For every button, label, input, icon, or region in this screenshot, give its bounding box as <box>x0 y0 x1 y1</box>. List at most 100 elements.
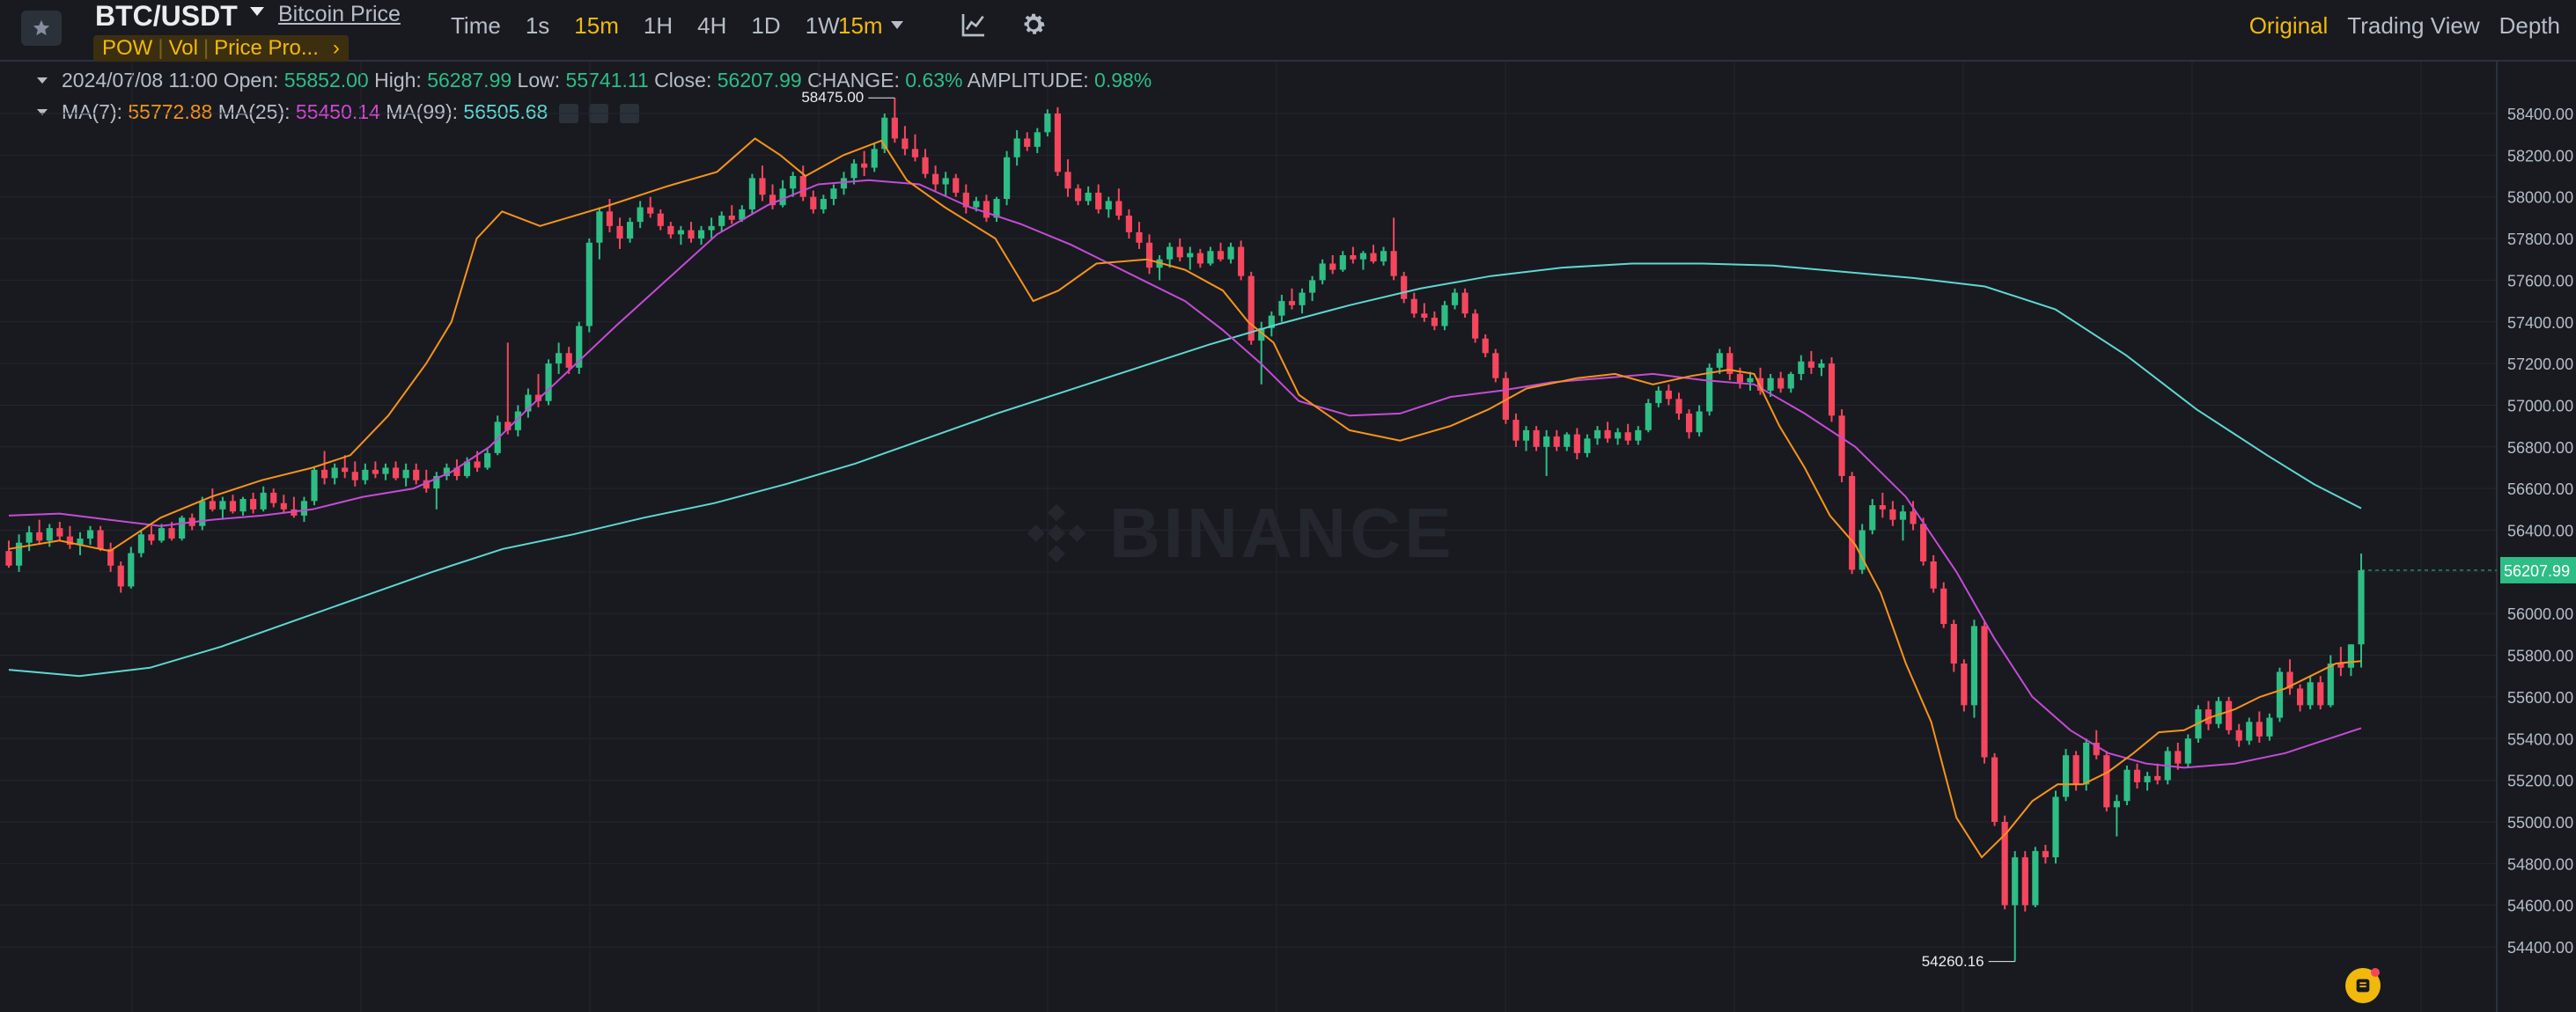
candle-body <box>362 469 369 480</box>
view-depth[interactable]: Depth <box>2499 12 2560 40</box>
candle-body <box>1970 626 1978 706</box>
candle-body <box>2021 857 2028 906</box>
candle-body <box>2347 644 2355 668</box>
candle-body <box>1339 254 1346 270</box>
candle-body <box>1299 292 1306 305</box>
candle-body <box>1899 511 1907 520</box>
tag-more-icon[interactable]: › <box>333 36 340 61</box>
candle-body <box>2062 755 2070 797</box>
candle-body <box>1706 367 1713 412</box>
candle-body <box>1319 263 1326 281</box>
y-tick-label: 58000.00 <box>2507 189 2573 207</box>
candle-body <box>86 530 94 539</box>
candle-body <box>697 230 705 239</box>
candle-body <box>1869 505 1876 531</box>
candle-body <box>790 176 797 189</box>
candle-body <box>382 467 389 474</box>
y-tick-label: 56000.00 <box>2507 605 2573 623</box>
candle-body <box>2154 775 2161 781</box>
interval-time[interactable]: Time <box>451 12 513 40</box>
candle-body <box>1196 253 1203 264</box>
view-trading-view[interactable]: Trading View <box>2347 12 2479 40</box>
candle-body <box>1573 434 1580 453</box>
candle-body <box>830 188 837 200</box>
candle-body <box>748 178 755 209</box>
candle-body <box>1665 390 1673 400</box>
candle-body <box>1085 192 1092 202</box>
symbol-dropdown-icon[interactable] <box>250 7 264 16</box>
y-tick-label: 55800.00 <box>2507 648 2573 665</box>
candle-body <box>2256 722 2263 737</box>
favorite-button[interactable] <box>21 11 62 46</box>
chart-indicator-icon[interactable] <box>960 11 988 39</box>
candle-body <box>148 534 155 541</box>
candle-body <box>1278 301 1285 316</box>
candle-body <box>1238 246 1245 276</box>
tag-vol[interactable]: Vol <box>169 36 198 61</box>
candle-body <box>922 157 929 174</box>
interval-15m[interactable]: 15m <box>562 12 631 40</box>
candle-body <box>627 222 634 239</box>
candle-body <box>1777 378 1785 389</box>
y-tick-label: 57000.00 <box>2507 397 2573 414</box>
price-link[interactable]: Bitcoin Price <box>278 2 401 27</box>
chevron-down-icon[interactable] <box>891 21 903 29</box>
candle-body <box>2144 775 2151 782</box>
candle-body <box>2307 682 2314 706</box>
candle-body <box>1227 246 1234 260</box>
candle-body <box>179 517 186 539</box>
candle-body <box>250 498 257 510</box>
candle-body <box>2175 751 2182 764</box>
interval-1h[interactable]: 1H <box>631 12 685 40</box>
tag-separator: | <box>158 36 164 60</box>
candle-body <box>1696 411 1703 433</box>
candle-body <box>1309 280 1316 293</box>
y-tick-label: 57600.00 <box>2507 272 2573 290</box>
interval-1d[interactable]: 1D <box>739 12 792 40</box>
tag-pow[interactable]: POW <box>102 36 152 61</box>
y-tick-label: 56800.00 <box>2507 439 2573 457</box>
candle-body <box>1584 438 1591 453</box>
candle-body <box>1593 429 1601 439</box>
candle-body <box>1115 201 1122 216</box>
interval-1s[interactable]: 1s <box>513 12 562 40</box>
candle-body <box>2032 851 2039 906</box>
candle-body <box>342 467 349 473</box>
candle-body <box>2276 671 2284 718</box>
candle-body <box>97 530 104 549</box>
y-tick-label: 57400.00 <box>2507 314 2573 332</box>
candle-body <box>1451 292 1459 305</box>
candle-body <box>1064 172 1071 189</box>
candle-body <box>1849 475 1856 570</box>
candle-body <box>1767 378 1774 391</box>
candle-body <box>1359 253 1367 260</box>
y-tick-label: 56600.00 <box>2507 480 2573 498</box>
candle-body <box>474 461 481 468</box>
candle-body <box>229 501 237 512</box>
tag-price-protection[interactable]: Price Pro... <box>214 36 319 61</box>
y-tick-label: 54800.00 <box>2507 855 2573 873</box>
view-original[interactable]: Original <box>2249 12 2329 40</box>
candle-body <box>1798 361 1805 374</box>
candle-body <box>1167 246 1174 260</box>
candle-body <box>1522 429 1530 441</box>
candle-body <box>1635 429 1642 441</box>
candle-body <box>545 363 552 401</box>
candle-body <box>1512 420 1520 441</box>
candle-body <box>688 230 695 239</box>
gear-icon[interactable] <box>1019 11 1048 39</box>
y-tick-label: 55600.00 <box>2507 689 2573 707</box>
candle-body <box>1981 626 1988 758</box>
candle-body <box>942 178 949 185</box>
candlestick-chart[interactable]: 58400.00 58200.00 58000.00 57800.00 57600.00… <box>0 62 2576 1012</box>
candle-body <box>1553 436 1560 447</box>
candle-body <box>1125 216 1132 232</box>
candle-body <box>128 553 135 587</box>
interval-4h[interactable]: 4H <box>685 12 739 40</box>
candle-body <box>911 149 919 158</box>
candle-body <box>1615 432 1622 439</box>
candle-body <box>1288 301 1296 305</box>
candle-body <box>728 216 735 220</box>
candle-body <box>1095 192 1102 209</box>
interval-dropdown[interactable]: 15m <box>838 12 883 40</box>
